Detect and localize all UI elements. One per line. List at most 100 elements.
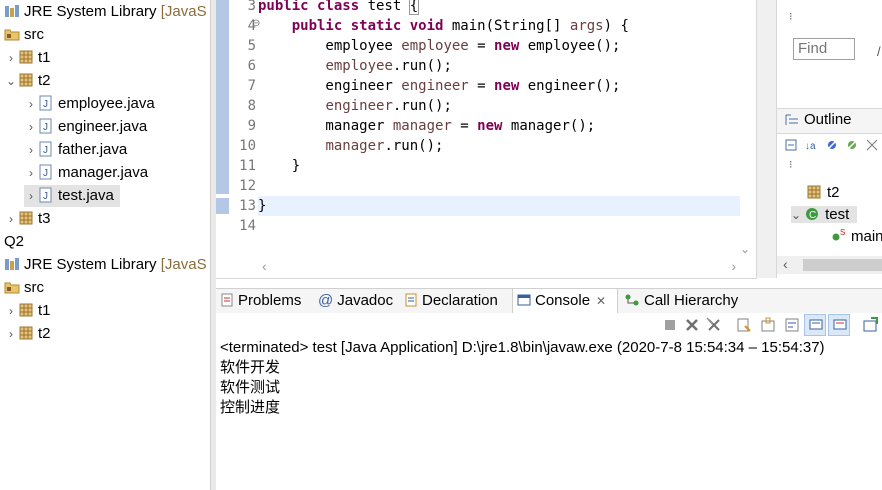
console-toolbar [216, 313, 882, 337]
outline-item-method[interactable]: Smain [831, 228, 882, 245]
code-line: public static void main(String[] args) { [291, 18, 629, 34]
sort-icon[interactable]: ↓a [805, 138, 819, 152]
java-file-icon: J [39, 118, 52, 134]
show-console-stdout-icon[interactable] [808, 317, 824, 333]
outline-item-class[interactable]: ⌄ Ctest [791, 206, 858, 223]
view-menu-icon[interactable]: ⁝ [789, 10, 793, 23]
line-number: 9 [247, 118, 256, 134]
line-number: 10 [239, 138, 256, 154]
line-number: 3 [247, 0, 256, 14]
tree-item-engineer-java[interactable]: › Jengineer.java [24, 116, 147, 138]
class-icon: C [806, 208, 819, 221]
outline-toolbar: ↓a [785, 138, 882, 154]
package-icon [19, 50, 33, 64]
tab-javadoc[interactable]: @ Javadoc [318, 289, 393, 313]
static-method-icon: S [832, 228, 845, 241]
chevron-right-icon[interactable]: › [4, 323, 18, 345]
editor-horizontal-scrollbar[interactable]: ‹ › [258, 258, 740, 276]
close-icon[interactable]: ✕ [596, 294, 606, 308]
scroll-left-icon[interactable]: ‹ [262, 258, 267, 274]
chevron-right-icon[interactable]: › [24, 185, 38, 207]
tab-declaration[interactable]: Declaration [404, 289, 498, 313]
chevron-right-icon[interactable]: › [24, 139, 38, 161]
outline-horizontal-scrollbar[interactable]: ‹ [777, 256, 882, 274]
tree-item-t2-2[interactable]: › t2 [4, 323, 51, 345]
package-icon [19, 303, 33, 317]
tree-item-father-java[interactable]: › Jfather.java [24, 139, 127, 161]
java-file-icon: J [39, 141, 52, 157]
find-input[interactable] [793, 38, 855, 60]
tree-item-q2[interactable]: Q2 [4, 231, 24, 253]
chevron-right-icon[interactable]: › [24, 162, 38, 184]
tree-item-t1-2[interactable]: › t1 [4, 300, 51, 322]
tree-item-t2[interactable]: ⌄ t2 [4, 70, 51, 92]
filter-icon[interactable]: / [877, 44, 882, 59]
chevron-right-icon[interactable]: › [4, 300, 18, 322]
hide-non-public-icon[interactable] [865, 138, 879, 152]
console-output[interactable]: <terminated> test [Java Application] D:\… [216, 337, 882, 490]
view-menu-icon[interactable]: ⁝ [789, 158, 793, 171]
console-line: 软件测试 [220, 379, 281, 396]
right-views: ⁝ / Outline ↓a ⁝ t2 ⌄Ctest Smain ‹ [776, 0, 882, 278]
code-line: engineer engineer = new engineer(); [258, 78, 621, 94]
scroll-left-icon[interactable]: ‹ [783, 256, 788, 272]
word-wrap-icon[interactable] [784, 317, 800, 333]
hide-static-icon[interactable] [845, 138, 859, 152]
clear-console-icon[interactable] [736, 317, 752, 333]
line-number: 6 [247, 58, 256, 74]
package-explorer: JRE System Library [JavaS src › t1 ⌄ t2 › J… [0, 0, 210, 490]
package-icon [807, 185, 821, 199]
tree-item-employee-java[interactable]: › Jemployee.java [24, 93, 155, 115]
tab-problems[interactable]: Problems [220, 289, 301, 313]
code-editor[interactable]: 3 4 5 6 7 8 9 10 11 12 13 14 ⊖ public cl… [216, 0, 757, 279]
tab-call-hierarchy[interactable]: Call Hierarchy [624, 289, 738, 313]
svg-text:J: J [43, 122, 48, 133]
scroll-down-icon[interactable]: ⌄ [740, 242, 750, 256]
outline-item-package[interactable]: t2 [807, 184, 840, 201]
code-line: engineer.run(); [325, 98, 452, 114]
code-line: employee.run(); [325, 58, 452, 74]
collapse-all-icon[interactable] [785, 138, 799, 152]
editor-vertical-scrollbar[interactable]: ⌄ [740, 0, 754, 258]
chevron-right-icon[interactable]: › [4, 208, 18, 230]
tree-item-t3[interactable]: › t3 [4, 208, 51, 230]
chevron-right-icon[interactable]: › [24, 93, 38, 115]
tree-item-manager-java[interactable]: › Jmanager.java [24, 162, 148, 184]
line-number: 5 [247, 38, 256, 54]
scroll-right-icon[interactable]: › [731, 258, 736, 274]
tree-item-jre-library[interactable]: JRE System Library [JavaS [4, 1, 207, 23]
java-file-icon: J [39, 187, 52, 203]
show-console-stderr-icon[interactable] [832, 317, 848, 333]
line-number: 13 [239, 198, 256, 214]
scrollbar-thumb[interactable] [803, 259, 882, 271]
pin-console-icon[interactable] [862, 317, 878, 333]
declaration-icon [405, 293, 417, 307]
line-number: 12 [239, 178, 256, 194]
tree-item-src-2[interactable]: src [4, 277, 44, 299]
call-hierarchy-icon [625, 294, 639, 306]
chevron-right-icon[interactable]: › [24, 116, 38, 138]
tree-item-t1[interactable]: › t1 [4, 47, 51, 69]
source-folder-icon [4, 29, 20, 41]
outline-view-tab[interactable]: Outline [777, 108, 882, 134]
line-number: 14 [239, 218, 256, 234]
right-sash[interactable] [757, 0, 776, 278]
terminate-icon[interactable] [662, 317, 678, 333]
tree-item-test-java[interactable]: › Jtest.java [24, 185, 120, 207]
tree-item-jre-library-2[interactable]: JRE System Library [JavaS [4, 254, 207, 276]
javadoc-icon: @ [318, 292, 334, 309]
svg-text:J: J [43, 168, 48, 179]
java-file-icon: J [39, 95, 52, 111]
scroll-lock-icon[interactable] [760, 317, 776, 333]
tree-item-src[interactable]: src [4, 24, 44, 46]
chevron-right-icon[interactable]: › [4, 47, 18, 69]
remove-all-terminated-icon[interactable] [706, 317, 722, 333]
chevron-down-icon[interactable]: ⌄ [4, 70, 18, 92]
hide-fields-icon[interactable] [825, 138, 839, 152]
remove-launch-icon[interactable] [684, 317, 700, 333]
console-status: <terminated> test [Java Application] D:\… [220, 339, 825, 356]
tab-console[interactable]: Console ✕ [512, 289, 618, 313]
chevron-down-icon[interactable]: ⌄ [791, 208, 801, 222]
library-icon [5, 258, 19, 270]
svg-text:J: J [43, 191, 48, 202]
